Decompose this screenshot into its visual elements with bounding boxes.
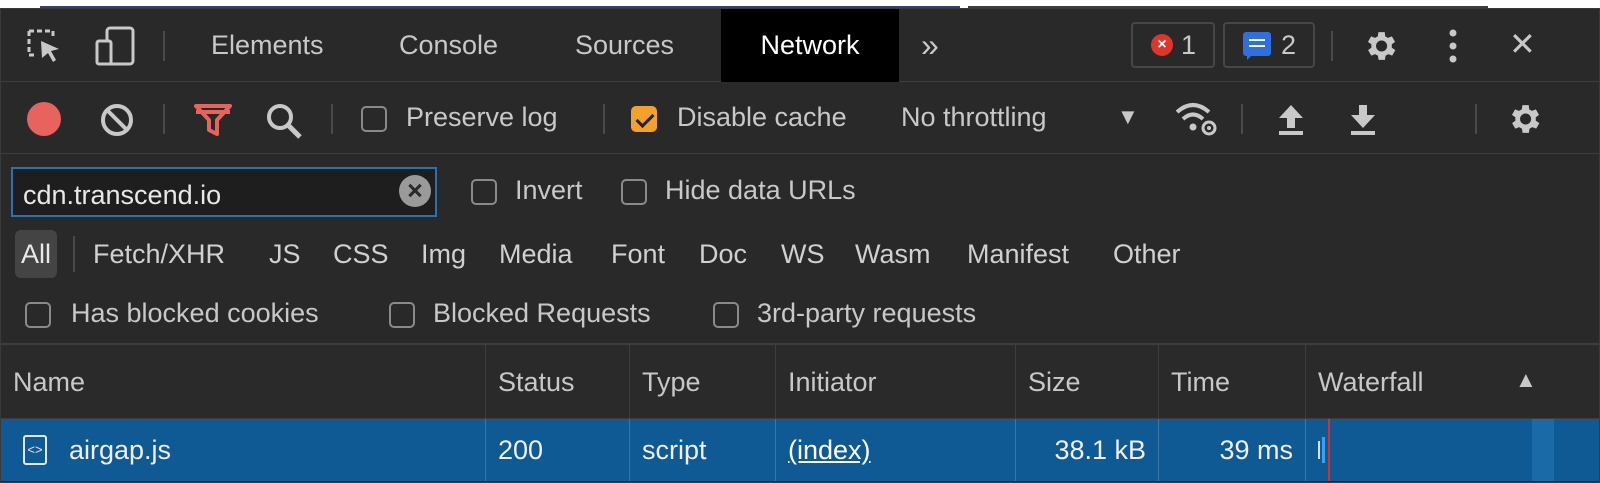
column-header-waterfall[interactable]: Waterfall bbox=[1305, 345, 1599, 420]
record-button-icon[interactable] bbox=[27, 102, 61, 136]
export-har-download-icon[interactable] bbox=[1347, 102, 1379, 141]
column-header-type[interactable]: Type bbox=[629, 345, 775, 420]
type-filter-doc[interactable]: Doc bbox=[699, 230, 747, 278]
network-settings-gear-icon[interactable] bbox=[1505, 100, 1543, 143]
script-file-icon: <> bbox=[23, 435, 47, 465]
errors-count: 1 bbox=[1181, 30, 1197, 60]
type-filter-font[interactable]: Font bbox=[611, 230, 665, 278]
toolbar-divider bbox=[163, 104, 165, 134]
cell-type: script bbox=[629, 419, 775, 481]
type-filter-manifest[interactable]: Manifest bbox=[967, 230, 1069, 278]
hide-data-urls-checkbox[interactable] bbox=[621, 179, 647, 205]
errors-badge[interactable]: × 1 bbox=[1131, 22, 1215, 68]
cell-size: 38.1 kB bbox=[1015, 419, 1158, 481]
type-filter-media[interactable]: Media bbox=[499, 230, 573, 278]
messages-count: 2 bbox=[1281, 30, 1297, 60]
clear-log-icon[interactable] bbox=[99, 102, 135, 143]
column-header-name[interactable]: Name bbox=[1, 345, 485, 420]
waterfall-bar-waiting bbox=[1318, 441, 1320, 459]
invert-label: Invert bbox=[515, 175, 583, 205]
preserve-log-label: Preserve log bbox=[406, 102, 558, 132]
network-toolbar: Preserve log Disable cache No throttling… bbox=[1, 82, 1599, 154]
invert-checkbox[interactable] bbox=[471, 179, 497, 205]
window-top-edge bbox=[0, 0, 1600, 8]
tab-sources[interactable]: Sources bbox=[575, 9, 674, 82]
type-filter-other[interactable]: Other bbox=[1113, 230, 1181, 278]
message-icon bbox=[1243, 32, 1271, 60]
disable-cache-label: Disable cache bbox=[677, 102, 847, 132]
type-filter-ws[interactable]: WS bbox=[781, 230, 825, 278]
column-header-time[interactable]: Time bbox=[1158, 345, 1305, 420]
requests-table: Name Status Type Initiator Size Time Wat… bbox=[1, 344, 1599, 482]
waterfall-bar-download bbox=[1322, 437, 1325, 463]
preserve-log-checkbox[interactable] bbox=[361, 106, 387, 132]
tab-network[interactable]: Network bbox=[721, 9, 899, 82]
initiator-link[interactable]: (index) bbox=[788, 435, 871, 465]
column-header-status[interactable]: Status bbox=[485, 345, 629, 420]
devtools-panel: Elements Console Sources Network » × 1 2… bbox=[0, 8, 1600, 483]
inspect-element-icon[interactable] bbox=[25, 27, 65, 70]
waterfall-load-line bbox=[1328, 419, 1330, 481]
more-tabs-chevron-icon[interactable]: » bbox=[921, 9, 939, 82]
type-filter-img[interactable]: Img bbox=[421, 230, 466, 278]
cell-waterfall bbox=[1305, 419, 1599, 481]
table-header: Name Status Type Initiator Size Time Wat… bbox=[1, 344, 1599, 420]
throttling-select[interactable]: No throttling bbox=[901, 102, 1047, 133]
type-filter-wasm[interactable]: Wasm bbox=[855, 230, 931, 278]
cell-status: 200 bbox=[485, 419, 629, 481]
cell-initiator[interactable]: (index) bbox=[775, 419, 1015, 481]
close-devtools-icon[interactable]: ✕ bbox=[1509, 25, 1536, 63]
type-filter-divider bbox=[73, 236, 75, 272]
devtools-tab-bar: Elements Console Sources Network » × 1 2… bbox=[1, 9, 1599, 82]
column-header-initiator[interactable]: Initiator bbox=[775, 345, 1015, 420]
filter-funnel-icon[interactable] bbox=[193, 102, 233, 143]
search-icon[interactable] bbox=[265, 102, 303, 145]
device-toolbar-icon[interactable] bbox=[93, 25, 137, 72]
cell-time: 39 ms bbox=[1158, 419, 1305, 481]
sort-ascending-icon: ▲ bbox=[1515, 367, 1537, 392]
type-filter-fetch-xhr[interactable]: Fetch/XHR bbox=[93, 230, 225, 278]
throttling-dropdown-arrow-icon[interactable]: ▼ bbox=[1117, 104, 1139, 130]
request-name: airgap.js bbox=[69, 435, 172, 465]
settings-gear-icon[interactable] bbox=[1361, 27, 1399, 70]
blocked-requests-checkbox[interactable] bbox=[389, 302, 415, 328]
third-party-requests-checkbox[interactable] bbox=[713, 302, 739, 328]
toolbar-divider bbox=[603, 104, 605, 134]
tab-console[interactable]: Console bbox=[399, 9, 498, 82]
more-options-kebab-icon[interactable] bbox=[1443, 27, 1463, 70]
toolbar-divider bbox=[1475, 104, 1477, 134]
type-filter-css[interactable]: CSS bbox=[333, 230, 389, 278]
third-party-requests-label: 3rd-party requests bbox=[757, 298, 977, 328]
has-blocked-cookies-label: Has blocked cookies bbox=[71, 298, 319, 328]
clear-filter-icon[interactable] bbox=[399, 175, 431, 207]
filter-input[interactable] bbox=[11, 167, 437, 217]
network-conditions-icon[interactable] bbox=[1173, 100, 1219, 143]
import-har-upload-icon[interactable] bbox=[1275, 102, 1307, 141]
toolbar-divider bbox=[163, 31, 165, 61]
has-blocked-cookies-checkbox[interactable] bbox=[25, 302, 51, 328]
column-header-size[interactable]: Size bbox=[1015, 345, 1158, 420]
messages-badge[interactable]: 2 bbox=[1223, 22, 1315, 68]
filter-bar: Invert Hide data URLs All Fetch/XHR JS C… bbox=[1, 154, 1599, 344]
waterfall-scrollbar[interactable] bbox=[1532, 419, 1554, 481]
tab-elements[interactable]: Elements bbox=[211, 9, 324, 82]
type-filter-js[interactable]: JS bbox=[269, 230, 301, 278]
type-filter-all[interactable]: All bbox=[15, 230, 58, 278]
cell-name[interactable]: <> airgap.js bbox=[1, 419, 485, 481]
toolbar-divider bbox=[1331, 31, 1333, 61]
toolbar-divider bbox=[1241, 104, 1243, 134]
disable-cache-checkbox[interactable] bbox=[631, 106, 657, 132]
table-row[interactable]: <> airgap.js 200 script (index) 38.1 kB … bbox=[1, 419, 1599, 481]
error-icon: × bbox=[1151, 34, 1173, 56]
blocked-requests-label: Blocked Requests bbox=[433, 298, 651, 328]
hide-data-urls-label: Hide data URLs bbox=[665, 175, 856, 205]
toolbar-divider bbox=[331, 104, 333, 134]
